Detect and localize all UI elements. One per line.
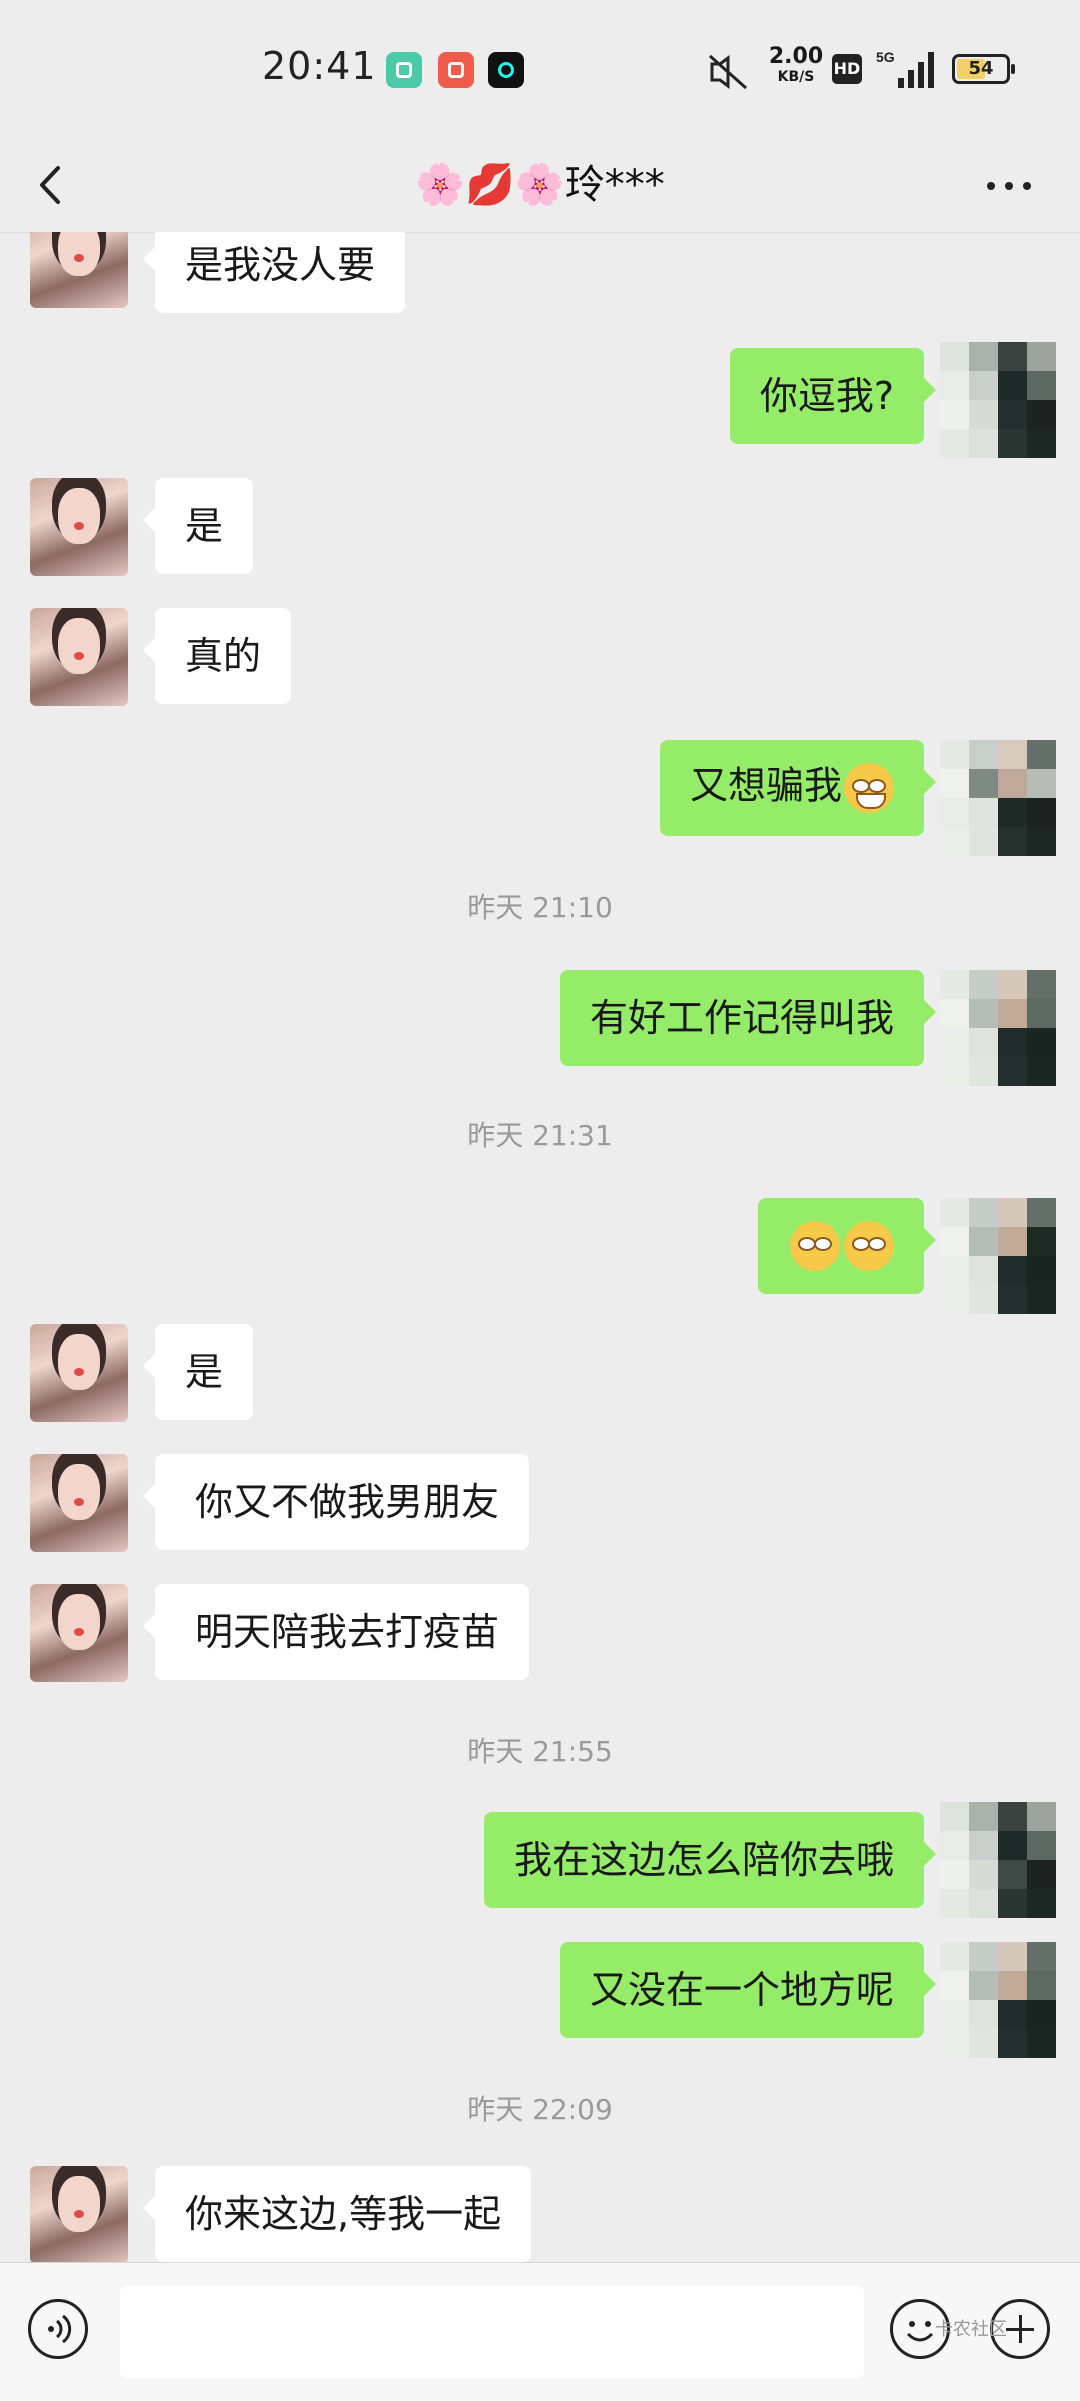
message-bubble-sent[interactable]: 你逗我?: [729, 348, 937, 444]
message-bubble-received[interactable]: 是我没人要: [142, 232, 406, 313]
status-time: 20:41: [262, 44, 377, 88]
message-list[interactable]: 是我没人要 你逗我? 是 真的 又想骗我 昨天 21:10 有好工作记得叫我 昨…: [0, 232, 1080, 2262]
message-bubble-received[interactable]: 你来这边,等我一起: [142, 2166, 532, 2262]
my-avatar[interactable]: [940, 1802, 1056, 1918]
contact-avatar[interactable]: [30, 2166, 128, 2262]
my-avatar[interactable]: [940, 1942, 1056, 2058]
flushed-emoji-icon: [844, 1221, 894, 1271]
message-bubble-received[interactable]: 明天陪我去打疫苗: [142, 1584, 530, 1680]
timestamp: 昨天 21:10: [467, 891, 613, 924]
battery-icon: 54: [952, 54, 1015, 84]
status-bar: 20:41 2.00 KB/S HD 5G 54: [0, 0, 1080, 140]
input-bar: 卡农社区: [0, 2262, 1080, 2401]
contact-avatar[interactable]: [30, 1584, 128, 1682]
contact-avatar[interactable]: [30, 478, 128, 576]
timestamp: 昨天 21:55: [467, 1735, 613, 1768]
contact-avatar[interactable]: [30, 1324, 128, 1422]
chat-header: 🌸💋🌸玲***: [0, 140, 1080, 233]
my-avatar[interactable]: [940, 342, 1056, 458]
message-bubble-sent[interactable]: 又没在一个地方呢: [559, 1942, 937, 2038]
contact-avatar[interactable]: [30, 1454, 128, 1552]
hd-icon: HD: [832, 54, 862, 84]
tiktok-icon: [488, 52, 524, 88]
message-bubble-received[interactable]: 真的: [142, 608, 292, 704]
battery-level: 54: [968, 58, 994, 79]
message-bubble-sent[interactable]: 又想骗我: [659, 740, 937, 836]
svg-text:5G: 5G: [876, 49, 895, 65]
message-bubble-sent[interactable]: [758, 1198, 936, 1294]
signal-icon: 5G: [876, 49, 934, 88]
my-avatar[interactable]: [940, 740, 1056, 856]
my-avatar[interactable]: [940, 970, 1056, 1086]
message-bubble-received[interactable]: 是: [142, 478, 254, 574]
timestamp: 昨天 21:31: [467, 1119, 613, 1152]
grin-emoji-icon: [844, 763, 894, 813]
voice-input-icon[interactable]: [28, 2299, 88, 2359]
my-avatar[interactable]: [940, 1198, 1056, 1314]
contact-avatar[interactable]: [30, 232, 128, 308]
message-bubble-sent[interactable]: 我在这边怎么陪你去哦: [483, 1812, 937, 1908]
contact-avatar[interactable]: [30, 608, 128, 706]
contact-name: 🌸💋🌸玲***: [415, 162, 665, 208]
timestamp: 昨天 22:09: [467, 2093, 613, 2126]
message-input[interactable]: [120, 2285, 864, 2379]
network-speed: 2.00 KB/S: [768, 44, 824, 85]
message-bubble-received[interactable]: 是: [142, 1324, 254, 1420]
more-icon[interactable]: [985, 170, 1035, 200]
message-bubble-received[interactable]: 你又不做我男朋友: [142, 1454, 530, 1550]
message-bubble-sent[interactable]: 有好工作记得叫我: [559, 970, 937, 1066]
flushed-emoji-icon: [790, 1221, 840, 1271]
message-text: 又想骗我: [689, 763, 842, 808]
app-notification-icon: [386, 52, 422, 88]
back-icon[interactable]: [30, 152, 70, 218]
app-notification-icon: [438, 52, 474, 88]
mute-icon: [709, 54, 747, 90]
watermark: 卡农社区: [935, 2319, 1007, 2340]
